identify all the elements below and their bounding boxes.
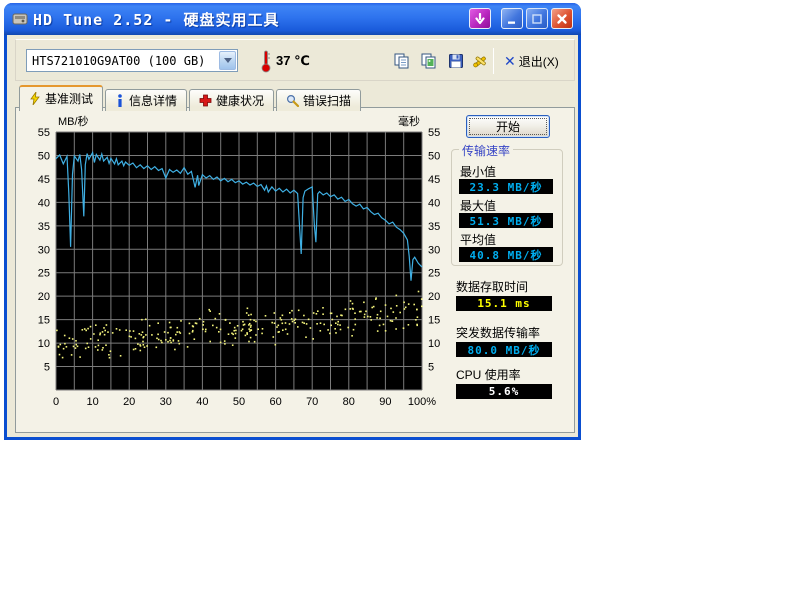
svg-text:80: 80 — [343, 396, 355, 408]
benchmark-chart: 5555505045454040353530302525202015151010… — [16, 108, 448, 420]
svg-text:毫秒: 毫秒 — [398, 114, 420, 128]
tab-bar: 基准测试 信息详情 健康状况 错误扫描 — [19, 85, 363, 111]
chevron-down-icon — [224, 58, 232, 63]
svg-text:30: 30 — [428, 244, 440, 256]
burst-rate-label: 突发数据传输率 — [456, 324, 540, 341]
exit-x-icon: ✕ — [504, 54, 516, 68]
options-button[interactable] — [467, 49, 492, 73]
maximize-button[interactable] — [526, 8, 548, 29]
drive-select-value: HTS721010G9AT00 (100 GB) — [27, 54, 218, 68]
save-button[interactable] — [443, 49, 468, 73]
svg-text:20: 20 — [123, 396, 135, 408]
combobox-dropdown-arrow[interactable] — [219, 51, 236, 70]
download-arrow-button[interactable] — [469, 8, 491, 29]
close-button[interactable] — [551, 8, 573, 29]
svg-text:5: 5 — [44, 362, 50, 374]
error-scan-icon — [286, 94, 299, 107]
thermometer-icon — [260, 49, 272, 73]
drive-select[interactable]: HTS721010G9AT00 (100 GB) — [26, 49, 238, 72]
window-title: HD Tune 2.52 - 硬盘实用工具 — [33, 9, 279, 30]
svg-text:40: 40 — [196, 396, 208, 408]
tab-info[interactable]: 信息详情 — [105, 89, 187, 111]
close-icon — [556, 13, 568, 25]
max-value: 51.3 MB/秒 — [459, 213, 553, 228]
svg-text:10: 10 — [428, 338, 440, 350]
svg-text:70: 70 — [306, 396, 318, 408]
exit-button[interactable]: ✕ 退出(X) — [500, 49, 563, 73]
svg-text:25: 25 — [38, 268, 50, 280]
copy-icon — [393, 52, 411, 70]
tab-health[interactable]: 健康状况 — [189, 89, 274, 111]
info-icon — [115, 94, 125, 107]
svg-text:0: 0 — [53, 396, 59, 408]
tab-error-scan[interactable]: 错误扫描 — [276, 89, 361, 111]
chart-svg: 5555505045454040353530302525202015151010… — [16, 108, 448, 420]
toolbar: HTS721010G9AT00 (100 GB) 37 ℃ — [15, 39, 575, 81]
min-label: 最小值 — [460, 163, 496, 180]
health-icon — [199, 94, 212, 107]
focus-rect — [469, 118, 547, 135]
options-icon — [471, 52, 489, 70]
title-bar[interactable]: HD Tune 2.52 - 硬盘实用工具 — [4, 3, 581, 35]
svg-text:90: 90 — [379, 396, 391, 408]
benchmark-icon — [29, 92, 41, 105]
avg-label: 平均值 — [460, 231, 496, 248]
svg-text:15: 15 — [428, 315, 440, 327]
start-button[interactable]: 开始 — [466, 115, 550, 138]
tab-info-label: 信息详情 — [129, 92, 177, 109]
svg-text:20: 20 — [428, 291, 440, 303]
cpu-usage-label: CPU 使用率 — [456, 366, 521, 383]
max-label: 最大值 — [460, 197, 496, 214]
transfer-rate-group: 传输速率 最小值 23.3 MB/秒 最大值 51.3 MB/秒 平均值 40.… — [451, 149, 563, 266]
svg-text:35: 35 — [38, 221, 50, 233]
save-icon — [447, 52, 465, 70]
svg-text:50: 50 — [233, 396, 245, 408]
svg-text:40: 40 — [38, 197, 50, 209]
svg-text:20: 20 — [38, 291, 50, 303]
cpu-usage-value: 5.6% — [456, 384, 552, 399]
svg-text:50: 50 — [428, 150, 440, 162]
access-time-value: 15.1 ms — [456, 296, 552, 311]
svg-text:10: 10 — [86, 396, 98, 408]
burst-rate-value: 80.0 MB/秒 — [456, 342, 552, 357]
svg-text:100%: 100% — [408, 396, 436, 408]
svg-text:35: 35 — [428, 221, 440, 233]
svg-text:45: 45 — [38, 174, 50, 186]
svg-text:30: 30 — [38, 244, 50, 256]
down-arrow-icon — [474, 13, 486, 25]
svg-text:30: 30 — [160, 396, 172, 408]
toolbar-separator — [493, 48, 494, 74]
maximize-icon — [531, 13, 543, 25]
benchmark-panel: 5555505045454040353530302525202015151010… — [15, 107, 575, 433]
copy-image-icon — [420, 52, 438, 70]
avg-value: 40.8 MB/秒 — [459, 247, 553, 262]
svg-text:10: 10 — [38, 338, 50, 350]
svg-text:60: 60 — [269, 396, 281, 408]
exit-label: 退出(X) — [519, 53, 559, 70]
access-time-label: 数据存取时间 — [456, 278, 528, 295]
temperature-value: 37 ℃ — [276, 53, 310, 69]
svg-text:15: 15 — [38, 315, 50, 327]
tab-benchmark-label: 基准测试 — [45, 90, 93, 107]
copy-screenshot-button[interactable] — [416, 49, 441, 73]
svg-text:55: 55 — [428, 127, 440, 139]
hdtune-window: HD Tune 2.52 - 硬盘实用工具 — [4, 3, 581, 440]
min-value: 23.3 MB/秒 — [459, 179, 553, 194]
tab-benchmark[interactable]: 基准测试 — [19, 85, 103, 111]
svg-text:50: 50 — [38, 150, 50, 162]
svg-text:40: 40 — [428, 197, 440, 209]
app-disk-icon — [11, 11, 29, 27]
tab-error-scan-label: 错误扫描 — [303, 92, 351, 109]
minimize-button[interactable] — [501, 8, 523, 29]
tab-health-label: 健康状况 — [216, 92, 264, 109]
svg-text:55: 55 — [38, 127, 50, 139]
svg-text:45: 45 — [428, 174, 440, 186]
svg-text:MB/秒: MB/秒 — [58, 114, 89, 128]
copy-button[interactable] — [389, 49, 414, 73]
svg-text:5: 5 — [428, 362, 434, 374]
transfer-rate-group-title: 传输速率 — [459, 142, 513, 159]
minimize-icon — [506, 13, 518, 25]
svg-text:25: 25 — [428, 268, 440, 280]
